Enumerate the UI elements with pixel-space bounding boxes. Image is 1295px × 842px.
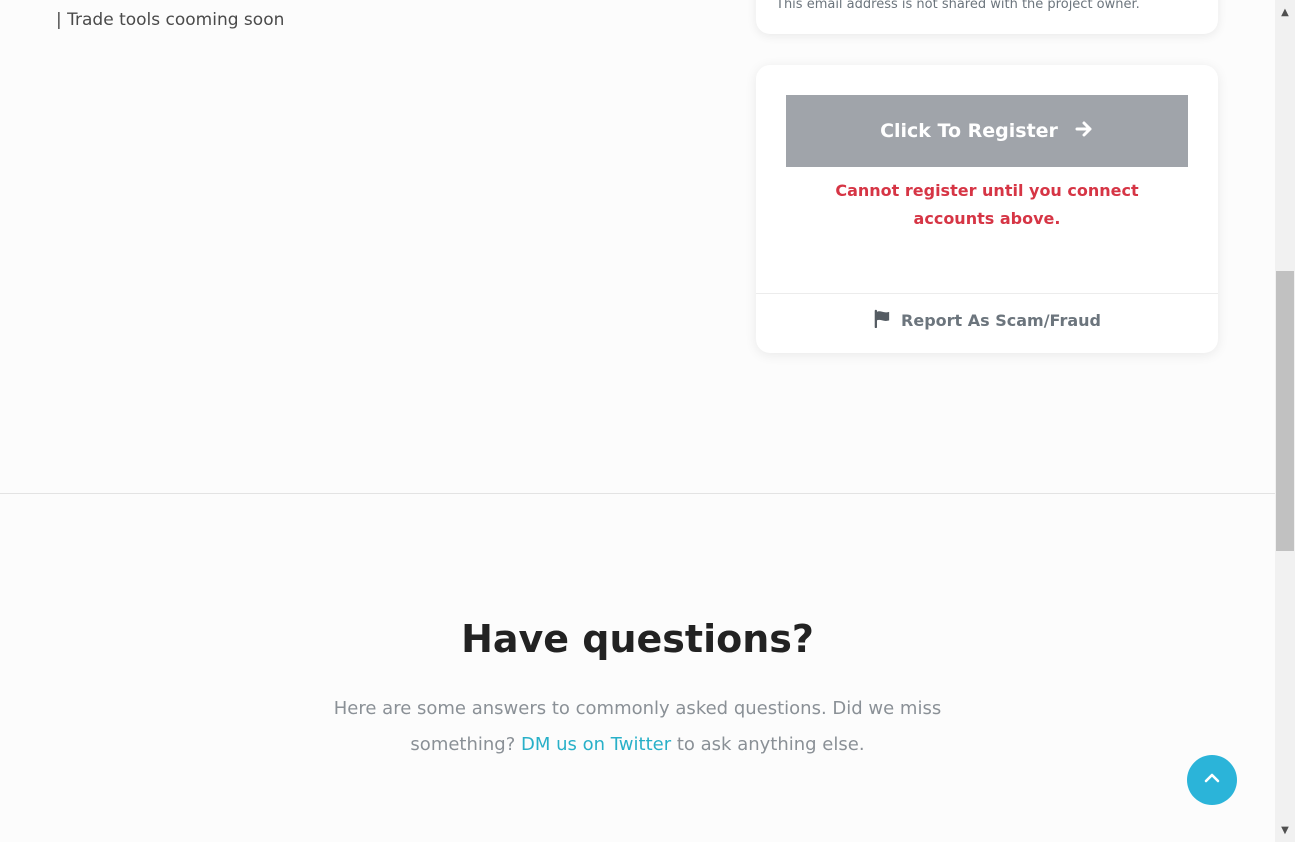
flag-icon [873,309,892,333]
scroll-down-arrow-icon[interactable]: ▼ [1275,820,1295,840]
register-button[interactable]: Click To Register [786,95,1188,167]
section-divider [0,493,1275,494]
faq-title: Have questions? [461,617,814,661]
scroll-up-arrow-icon[interactable]: ▲ [1275,2,1295,22]
project-description-line: | Trade tools cooming soon [56,10,285,30]
report-scam-label: Report As Scam/Fraud [901,311,1101,330]
page-scrollbar[interactable]: ▲ ▼ [1275,0,1295,842]
email-card: This email address is not shared with th… [756,0,1218,34]
faq-subtitle-text-end: to ask anything else. [676,734,865,755]
scroll-to-top-button[interactable] [1187,755,1237,805]
register-card: Click To Register Cannot register until … [756,65,1218,353]
register-button-label: Click To Register [880,120,1058,142]
chevron-up-icon [1203,769,1221,791]
email-privacy-note: This email address is not shared with th… [776,0,1140,12]
report-scam-link[interactable]: Report As Scam/Fraud [756,309,1218,333]
register-error-message: Cannot register until you connect accoun… [835,181,1139,228]
arrow-right-icon [1074,119,1094,144]
twitter-dm-link[interactable]: DM us on Twitter [521,734,671,755]
scrollbar-thumb[interactable] [1276,271,1294,551]
card-divider [756,293,1218,294]
faq-subtitle: Here are some answers to commonly asked … [330,691,945,763]
